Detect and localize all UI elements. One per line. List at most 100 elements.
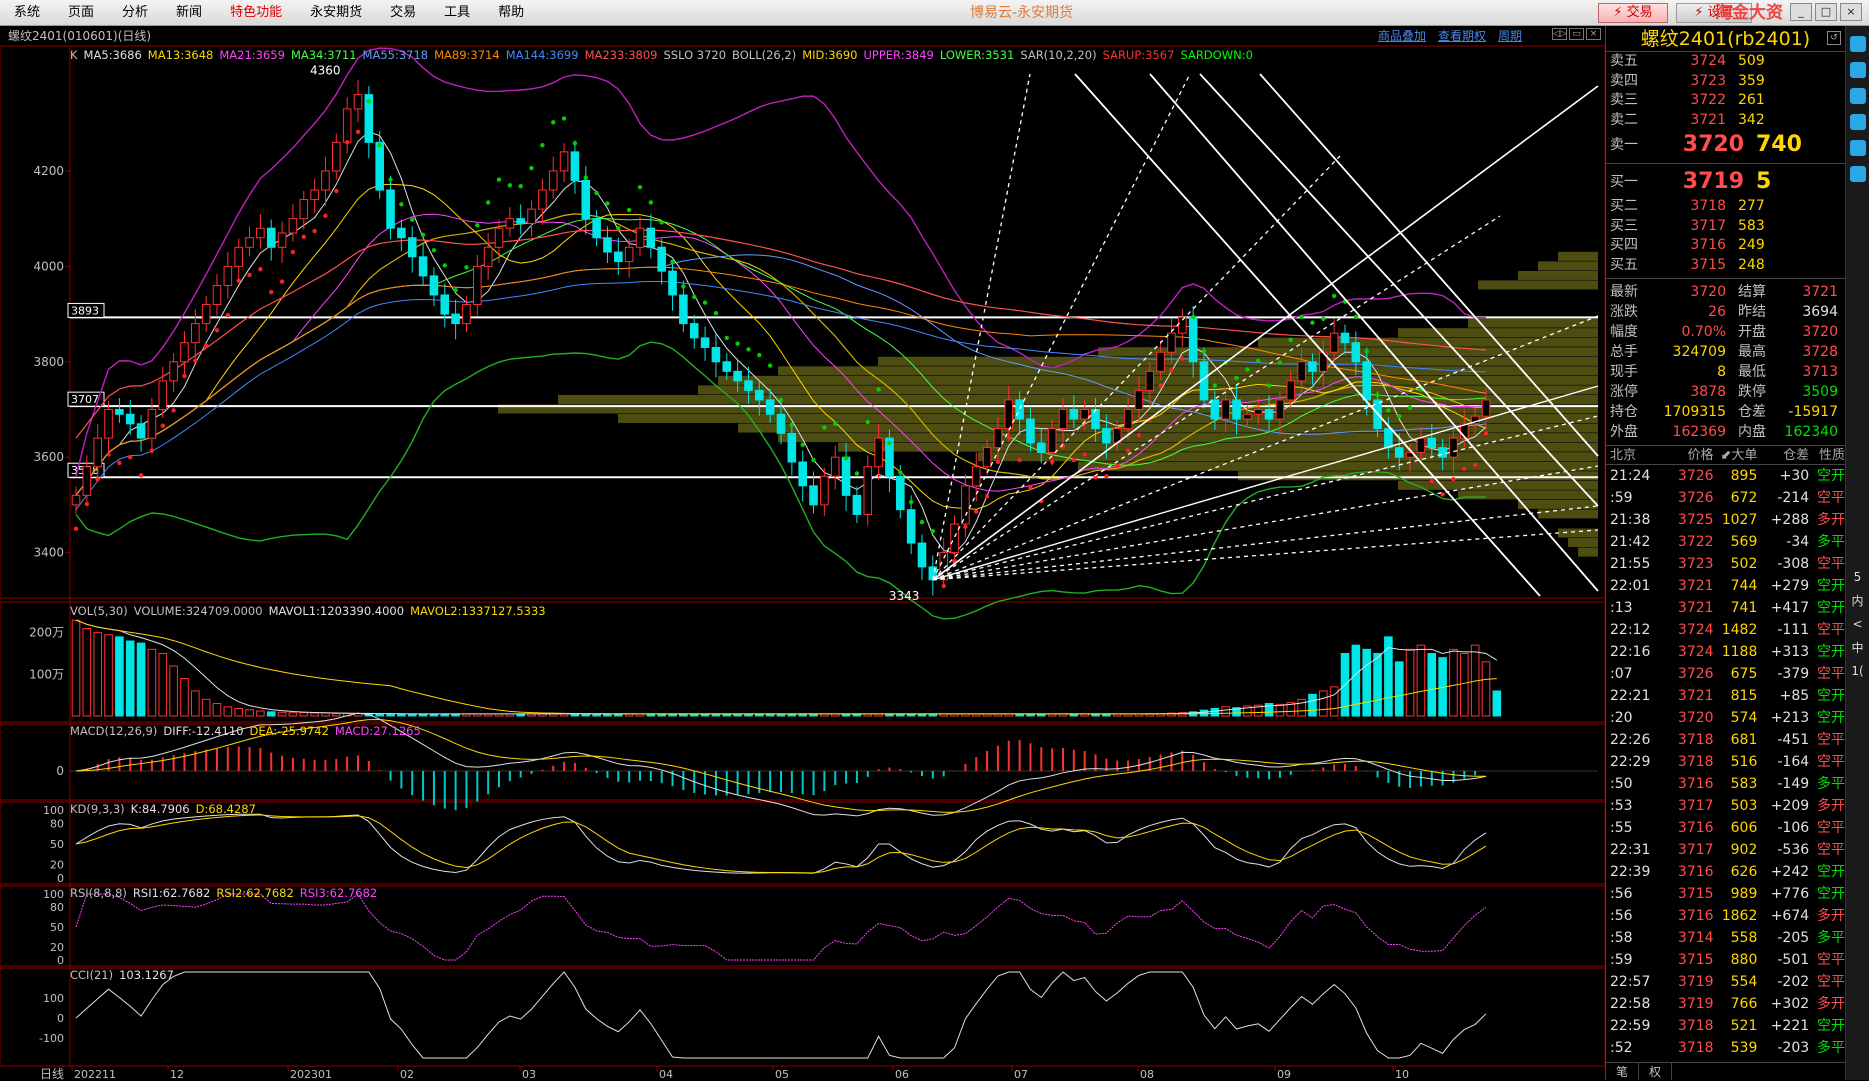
tab-ticks[interactable]: 笔 [1606, 1063, 1640, 1080]
ask-level[interactable]: 卖二 3721 342 [1606, 111, 1845, 131]
sar-dot [1277, 360, 1283, 365]
sar-dot [507, 183, 513, 188]
close-icon[interactable]: × [1586, 28, 1601, 40]
volume-profile-bar [978, 452, 1598, 462]
stat-label: 最新 [1610, 284, 1638, 300]
menu-item-2[interactable]: 分析 [108, 0, 162, 26]
quote-panel: 螺纹2401(rb2401) ↺ 卖五 3724 509 卖四 3723 359 卖三 372… [1605, 26, 1846, 1080]
menu-item-1[interactable]: 页面 [54, 0, 108, 26]
app-icon[interactable] [1850, 114, 1866, 130]
tick-list[interactable]: 21:24 3726 895 +30 空开:59 3726 672 -214 空平 21:38 37… [1606, 465, 1845, 1059]
bid-level[interactable]: 买一 3719 5 [1606, 167, 1845, 197]
cci-tick-label: 100 [43, 992, 64, 1005]
tick-row[interactable]: 22:12 3724 1482 -111 空平 [1606, 619, 1845, 641]
sar-dot [73, 526, 79, 531]
menu-item-8[interactable]: 帮助 [484, 0, 538, 26]
stat-label: 涨跌 [1610, 304, 1638, 320]
sar-dot [1136, 433, 1142, 438]
app-icon[interactable] [1850, 88, 1866, 104]
tick-row[interactable]: 22:39 3716 626 +242 空开 [1606, 861, 1845, 883]
maximize-button[interactable]: □ [1815, 3, 1837, 21]
tick-row[interactable]: 22:16 3724 1188 +313 空开 [1606, 641, 1845, 663]
overlay-link[interactable]: 商品叠加 [1378, 27, 1426, 44]
bid-level[interactable]: 买三 3717 583 [1606, 217, 1845, 237]
menu-item-7[interactable]: 工具 [430, 0, 484, 26]
tick-row[interactable]: 22:57 3719 554 -202 空平 [1606, 971, 1845, 993]
sar-dot [702, 300, 708, 305]
sar-dot [1082, 452, 1087, 457]
tick-row[interactable]: :58 3714 558 -205 多平 [1606, 927, 1845, 949]
tick-row[interactable]: :13 3721 741 +417 空开 [1606, 597, 1845, 619]
chart-area[interactable]: 3400360038004000420038933707355843603343… [0, 26, 1605, 1080]
candle-body [104, 408, 113, 439]
chart-canvas[interactable]: 3400360038004000420038933707355843603343… [0, 26, 1605, 1080]
menu-item-0[interactable]: 系统 [0, 0, 54, 26]
tick-row[interactable]: 22:29 3718 516 -164 空平 [1606, 751, 1845, 773]
sar-dot [898, 470, 903, 475]
window-icon[interactable]: ▭ [1569, 28, 1584, 40]
tab-rights[interactable]: 权 [1639, 1063, 1673, 1080]
tick-row[interactable]: :07 3726 675 -379 空平 [1606, 663, 1845, 685]
sar-dot [963, 524, 968, 530]
tick-row[interactable]: :55 3716 606 -106 空平 [1606, 817, 1845, 839]
app-icon[interactable] [1850, 140, 1866, 156]
sar-dot [399, 202, 404, 207]
tick-row[interactable]: :56 3716 1862 +674 多开 [1606, 905, 1845, 927]
tick-row[interactable]: 22:58 3719 766 +302 多开 [1606, 993, 1845, 1015]
bid-level[interactable]: 买四 3716 249 [1606, 236, 1845, 256]
tick-row[interactable]: :52 3718 539 -203 多平 [1606, 1037, 1845, 1059]
refresh-icon[interactable]: ↺ [1827, 31, 1841, 45]
rsi-legend-item: RSI(8,8,8) [70, 886, 127, 900]
tick-row[interactable]: 22:21 3721 815 +85 空开 [1606, 685, 1845, 707]
tick-volume: 503 [1730, 798, 1758, 814]
tick-row[interactable]: :50 3716 583 -149 多平 [1606, 773, 1845, 795]
minimize-button[interactable]: _ [1790, 3, 1812, 21]
tick-volume: 626 [1730, 864, 1758, 880]
menu-item-4[interactable]: 特色功能 [216, 0, 296, 26]
ask-level[interactable]: 卖一 3720 740 [1606, 130, 1845, 160]
menu-item-6[interactable]: 交易 [376, 0, 430, 26]
candle-body [950, 523, 959, 554]
bid-level[interactable]: 买二 3718 277 [1606, 197, 1845, 217]
tick-row[interactable]: 22:31 3717 902 -536 空平 [1606, 839, 1845, 861]
candle-body [971, 466, 981, 487]
fan-line-dashed [932, 73, 1031, 580]
tick-volume: 672 [1730, 490, 1758, 506]
tick-row[interactable]: 21:55 3723 502 -308 空平 [1606, 553, 1845, 575]
sar-dot [496, 177, 502, 182]
volume-bar [1275, 703, 1285, 717]
close-button[interactable]: × [1840, 3, 1862, 21]
app-icon[interactable] [1850, 36, 1866, 52]
tick-row[interactable]: 22:26 3718 681 -451 空平 [1606, 729, 1845, 751]
tick-volume: 583 [1730, 776, 1758, 792]
tick-row[interactable]: 21:42 3722 569 -34 多平 [1606, 531, 1845, 553]
app-icon[interactable] [1850, 166, 1866, 182]
tick-row[interactable]: :53 3717 503 +209 多开 [1606, 795, 1845, 817]
ask-level[interactable]: 卖五 3724 509 [1606, 52, 1845, 72]
bid-level[interactable]: 买五 3715 248 [1606, 256, 1845, 276]
main-legend-item: MID:3690 [802, 48, 858, 62]
menu-item-5[interactable]: 永安期货 [296, 0, 376, 26]
arrows-icon[interactable]: ◁▷ [1552, 28, 1567, 40]
tick-row[interactable]: 22:01 3721 744 +279 空开 [1606, 575, 1845, 597]
ask-level[interactable]: 卖三 3722 261 [1606, 91, 1845, 111]
menu-item-3[interactable]: 新闻 [162, 0, 216, 26]
trade-button[interactable]: ⚡ 交易 [1598, 3, 1668, 23]
sar-dot [648, 200, 654, 205]
tick-row[interactable]: :56 3715 989 +776 空开 [1606, 883, 1845, 905]
ask-level[interactable]: 卖四 3723 359 [1606, 72, 1845, 92]
app-icon[interactable] [1850, 62, 1866, 78]
tick-row[interactable]: 21:38 3725 1027 +288 多开 [1606, 509, 1845, 531]
tick-row[interactable]: :59 3715 880 -501 空平 [1606, 949, 1845, 971]
side-text[interactable]: < [1846, 617, 1869, 631]
options-link[interactable]: 查看期权 [1438, 27, 1486, 44]
tick-header-cell: 北京 [1610, 448, 1637, 463]
tick-row[interactable]: :59 3726 672 -214 空平 [1606, 487, 1845, 509]
tick-row[interactable]: 22:59 3718 521 +221 空开 [1606, 1015, 1845, 1037]
period-link[interactable]: 周期 [1498, 27, 1522, 44]
tick-row[interactable]: 21:24 3726 895 +30 空开 [1606, 465, 1845, 487]
tick-row[interactable]: :20 3720 574 +213 空开 [1606, 707, 1845, 729]
tick-oi-change: +279 [1770, 578, 1810, 594]
volume-profile-bar [1398, 328, 1598, 338]
sar-dot [431, 247, 437, 253]
